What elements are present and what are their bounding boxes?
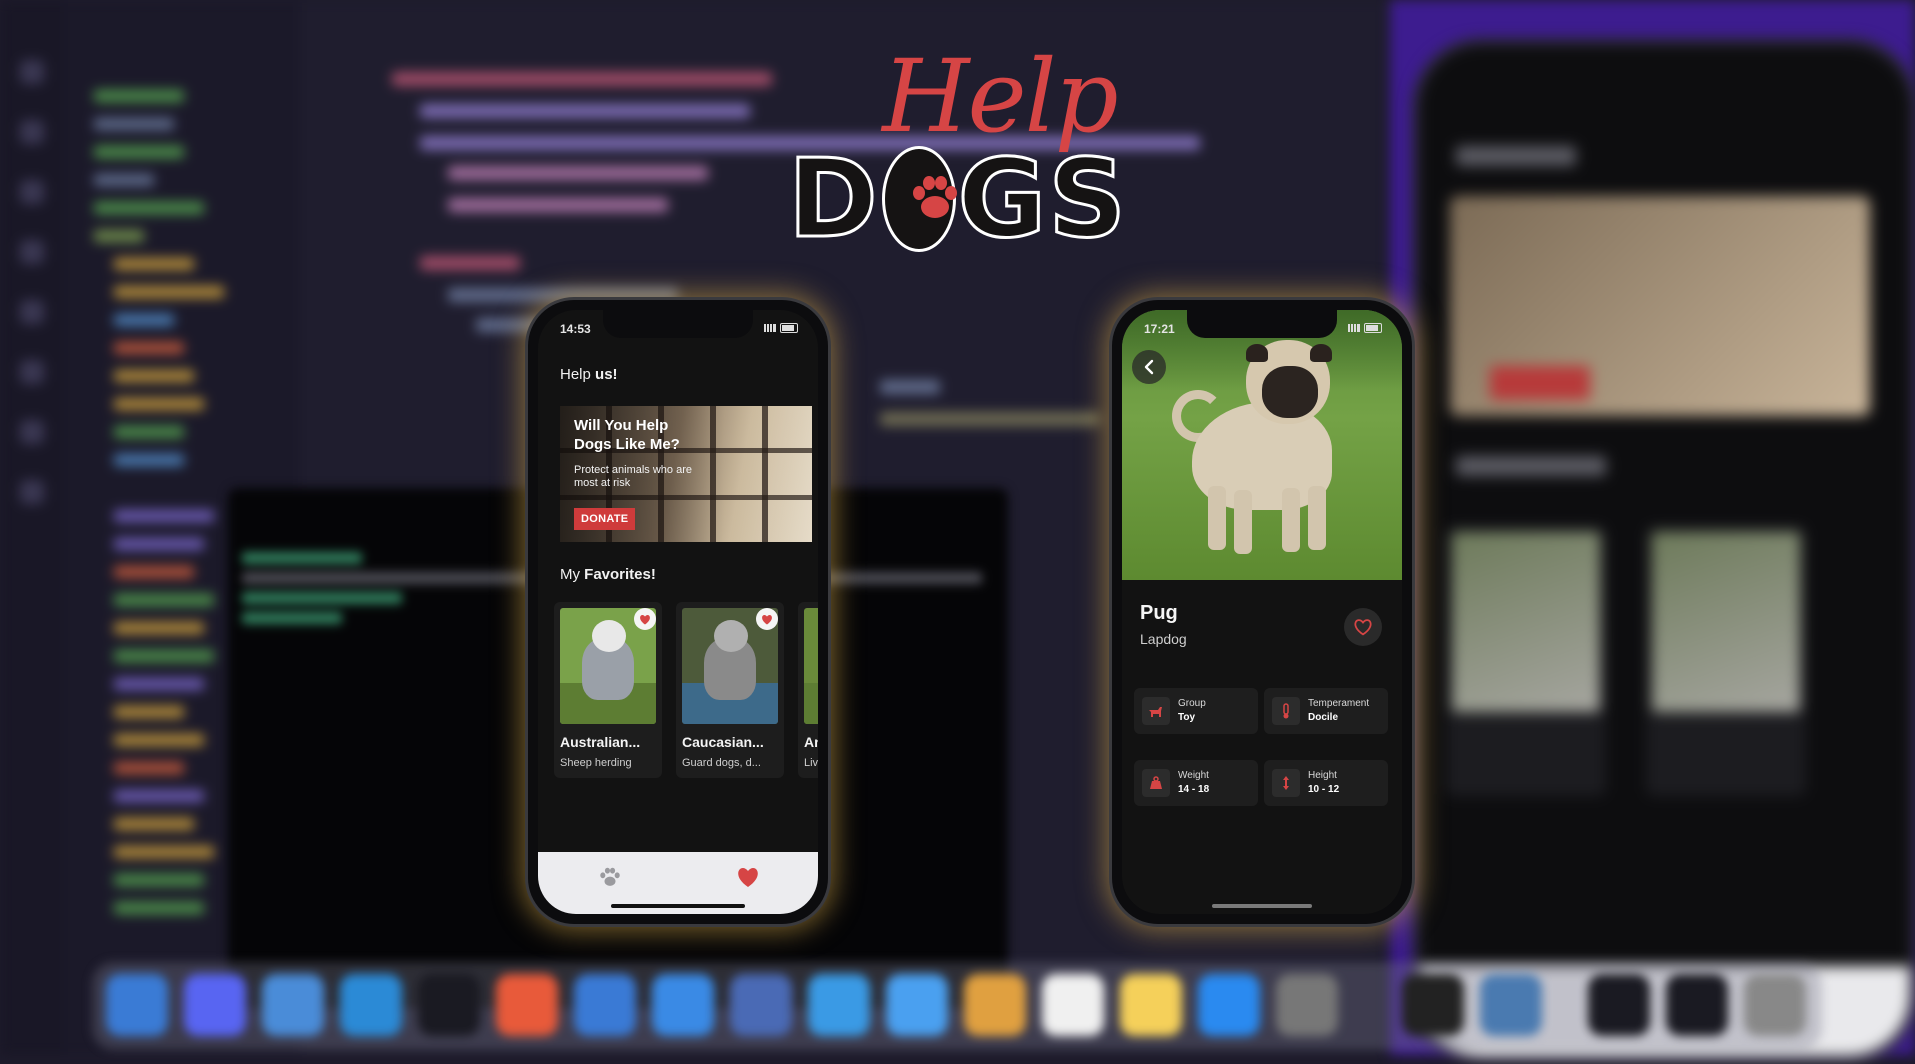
weight-icon	[1142, 769, 1170, 797]
favorites-heading-plain: My	[560, 566, 585, 583]
background-activity-bar	[0, 0, 64, 1055]
list-screen: 14:53 Help us! Will You Help Dogs Like M…	[538, 310, 818, 914]
dog-icon	[1142, 697, 1170, 725]
dog-photo	[804, 608, 818, 724]
signal-icon	[1348, 324, 1360, 332]
paw-logo-icon	[881, 146, 957, 252]
favorite-toggle-button[interactable]	[1344, 608, 1382, 646]
stat-temperament: Temperament Docile	[1264, 688, 1388, 734]
stat-label: Group	[1178, 698, 1206, 709]
heart-icon[interactable]	[634, 608, 656, 630]
dog-name: Pug	[1140, 602, 1178, 624]
heart-icon	[738, 868, 758, 887]
page-title-plain: Help	[560, 366, 596, 383]
paw-icon	[600, 867, 620, 886]
signal-icon	[764, 324, 776, 332]
stat-value: 10 - 12	[1308, 784, 1340, 795]
heart-icon[interactable]	[756, 608, 778, 630]
card-name: Ana	[804, 734, 818, 750]
dog-hero-photo	[1122, 310, 1402, 580]
background-phone	[1412, 38, 1915, 1064]
stat-height: Height 10 - 12	[1264, 760, 1388, 806]
stat-value: Toy	[1178, 712, 1196, 723]
donation-banner[interactable]: Will You Help Dogs Like Me? Protect anim…	[560, 406, 812, 542]
logo-dogs-left: D	[787, 135, 880, 263]
back-button[interactable]	[1132, 350, 1166, 384]
home-indicator	[1212, 904, 1312, 908]
home-indicator	[611, 904, 745, 908]
favorites-list: Australian... Sheep herding Caucasian...…	[554, 602, 818, 780]
battery-icon	[780, 323, 798, 333]
card-subtitle: Live	[804, 757, 818, 769]
phone-detail-screen: 17:21 Pug Lapdog Group Toy Temperament D…	[1112, 300, 1412, 924]
thermometer-icon	[1272, 697, 1300, 725]
page-title-bold: us!	[595, 366, 618, 383]
chevron-left-icon	[1144, 359, 1154, 375]
stat-label: Weight	[1178, 770, 1209, 781]
card-subtitle: Sheep herding	[560, 757, 632, 769]
heart-outline-icon	[1354, 619, 1372, 636]
dock	[92, 962, 1822, 1050]
donate-button[interactable]: DONATE	[574, 508, 636, 530]
phone-notch	[1187, 310, 1337, 338]
tab-breeds[interactable]	[590, 862, 630, 892]
favorites-heading-bold: Favorites!	[584, 566, 656, 583]
phone-list-screen: 14:53 Help us! Will You Help Dogs Like M…	[528, 300, 828, 924]
status-time: 17:21	[1144, 322, 1175, 336]
tab-bar	[538, 852, 818, 914]
status-icons	[1348, 323, 1382, 333]
card-name: Australian...	[560, 734, 641, 750]
height-icon	[1272, 769, 1300, 797]
stat-value: 14 - 18	[1178, 784, 1210, 795]
status-time: 14:53	[560, 322, 591, 336]
favorite-card[interactable]: Ana Live	[798, 602, 818, 778]
favorite-card[interactable]: Australian... Sheep herding	[554, 602, 662, 778]
stat-label: Height	[1308, 770, 1337, 781]
favorite-card[interactable]: Caucasian... Guard dogs, d...	[676, 602, 784, 778]
tab-favorites[interactable]	[728, 862, 768, 892]
logo-dogs-right: GS	[956, 135, 1128, 263]
status-icons	[764, 323, 798, 333]
dog-type: Lapdog	[1140, 631, 1187, 647]
banner-subtitle: Protect animals who are most at risk	[574, 464, 692, 489]
stat-group: Group Toy	[1134, 688, 1258, 734]
phone-notch	[603, 310, 753, 338]
battery-icon	[1364, 323, 1382, 333]
logo-dogs-text: D GS	[787, 135, 1128, 263]
stat-label: Temperament	[1308, 698, 1370, 709]
detail-screen: 17:21 Pug Lapdog Group Toy Temperament D…	[1122, 310, 1402, 914]
page-title: Help us!	[560, 366, 618, 383]
card-subtitle: Guard dogs, d...	[682, 757, 761, 769]
card-name: Caucasian...	[682, 734, 764, 750]
banner-heading: Will You Help Dogs Like Me?	[574, 417, 680, 453]
stat-value: Docile	[1308, 712, 1339, 723]
stat-weight: Weight 14 - 18	[1134, 760, 1258, 806]
favorites-heading: My Favorites!	[560, 566, 656, 583]
